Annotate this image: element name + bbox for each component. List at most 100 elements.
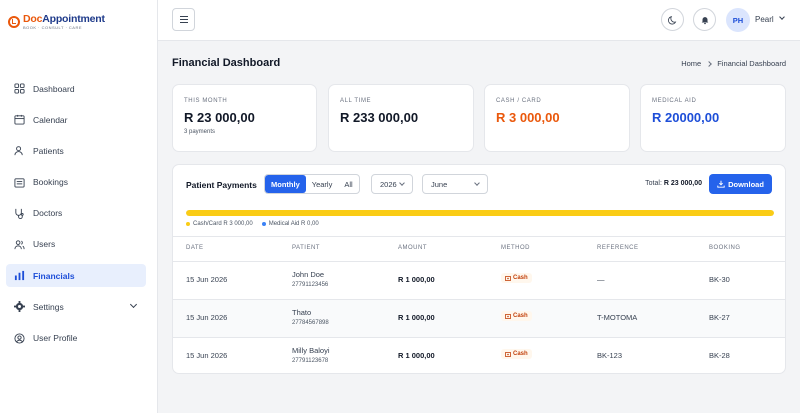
sidebar-item-bookings[interactable]: Bookings [6,171,146,194]
hamburger-line [179,19,188,20]
app-logo[interactable]: DocAppointment BOOK · CONSULT · CARE [8,14,105,30]
table-header: DATE PATIENT AMOUNT METHOD REFERENCE BOO… [173,236,785,261]
stat-subtext: 3 payments [184,129,216,135]
table-row[interactable]: 15 Jun 2026 Milly Baloyi 27791123678 R 1… [173,337,785,373]
stethoscope-icon [15,208,24,219]
breadcrumb: Home Financial Dashboard [681,59,786,68]
sidebar-item-patients[interactable]: Patients [6,139,146,162]
cell-amount: R 1 000,00 [398,275,435,284]
stat-card-cash-card: CASH / CARD R 3 000,00 [484,84,630,152]
download-button[interactable]: Download [709,174,772,194]
download-label: Download [728,179,764,189]
column-header-date[interactable]: DATE [186,245,204,251]
cell-reference: BK-123 [597,351,623,360]
topbar: PH Pearl [158,0,800,41]
table-row[interactable]: 15 Jun 2026 John Doe 27791123456 R 1 000… [173,261,785,299]
brand-name: DocAppointment [23,13,105,25]
column-header-booking[interactable]: BOOKING [709,245,741,251]
user-name[interactable]: Pearl [755,15,774,24]
cell-booking: BK-30 [709,275,730,284]
total-value: R 23 000,00 [663,180,702,187]
theme-toggle-button[interactable] [661,8,684,31]
cell-date: 15 Jun 2026 [186,275,228,284]
month-select-value: June [431,179,448,189]
sidebar-item-label: Bookings [33,177,68,188]
total-summary: Total: R 23 000,00 [645,180,702,187]
stat-value: R 233 000,00 [340,110,419,125]
sidebar-item-label: Dashboard [33,83,75,94]
breadcrumb-home[interactable]: Home [681,59,701,68]
period-yearly-button[interactable]: Yearly [306,175,339,193]
stat-card-medical-aid: MEDICAL AID R 20000,00 [640,84,786,152]
method-badge: Cash [501,311,532,321]
grid-icon [14,83,25,94]
menu-toggle-button[interactable] [172,8,195,31]
period-all-button[interactable]: All [338,175,358,193]
card-title: Patient Payments [186,180,257,190]
gear-icon [14,301,25,313]
column-header-amount[interactable]: AMOUNT [398,245,427,251]
cell-amount: R 1 000,00 [398,313,435,322]
sidebar-item-label: Users [33,239,56,250]
cell-method: Cash [501,349,532,359]
download-icon [717,180,725,188]
cell-patient: Milly Baloyi 27791123678 [292,346,330,364]
cell-method: Cash [501,311,532,321]
sidebar-item-label: Financials [33,270,75,281]
chevron-down-icon[interactable] [779,14,785,20]
total-label: Total: [645,180,662,187]
cell-booking: BK-27 [709,313,730,322]
method-label: Cash [513,351,528,357]
stat-value: R 3 000,00 [496,110,560,125]
patient-name: Milly Baloyi [292,346,330,355]
year-select[interactable]: 2026 [371,174,413,194]
legend-medical: Medical Aid R 0,00 [261,221,319,227]
avatar[interactable]: PH [726,8,750,32]
method-label: Cash [513,313,528,319]
method-label: Cash [513,275,528,281]
table-row[interactable]: 15 Jun 2026 Thato 27784567898 R 1 000,00… [173,299,785,337]
cash-icon [505,313,511,319]
sidebar-item-users[interactable]: Users [6,233,146,256]
month-select[interactable]: June [422,174,488,194]
clipboard-icon [14,177,25,188]
sidebar-item-label: Doctors [33,208,63,219]
patient-payments-card: Patient Payments Monthly Yearly All 2026… [172,164,786,374]
legend-cash-label: Cash/Card R 3 000,00 [193,221,253,227]
stat-label: THIS MONTH [184,98,228,104]
sidebar-item-settings[interactable]: Settings [6,295,146,318]
bar-chart-icon [14,271,25,281]
patient-phone: 27791123456 [292,282,329,288]
cell-booking: BK-28 [709,351,730,360]
sidebar-item-doctors[interactable]: Doctors [6,202,146,225]
cell-reference: — [597,275,605,284]
hamburger-line [179,22,188,23]
column-header-patient[interactable]: PATIENT [292,245,320,251]
method-badge: Cash [501,349,532,359]
stat-value: R 20000,00 [652,110,720,125]
sidebar-item-label: Patients [33,145,64,156]
legend-dot [186,222,190,226]
cash-icon [505,351,511,357]
payment-split-fill [186,210,774,216]
cell-patient: John Doe 27791123456 [292,270,328,288]
sidebar-item-user-profile[interactable]: User Profile [6,327,146,350]
sidebar-item-dashboard[interactable]: Dashboard [6,77,146,100]
period-monthly-button[interactable]: Monthly [265,175,306,193]
column-header-reference[interactable]: REFERENCE [597,245,639,251]
year-select-value: 2026 [380,179,397,189]
stat-value: R 23 000,00 [184,110,255,125]
sidebar-item-financials[interactable]: Financials [6,264,146,288]
period-toggle: Monthly Yearly All [264,174,360,194]
user-circle-icon [14,332,25,344]
logo-icon [8,15,20,28]
column-header-method[interactable]: METHOD [501,245,530,251]
cell-patient: Thato 27784567898 [292,308,329,326]
bell-icon [701,16,708,24]
sidebar-item-calendar[interactable]: Calendar [6,108,146,131]
sidebar-item-label: Settings [33,301,64,312]
sidebar-item-label: User Profile [33,333,78,343]
legend-cash: Cash/Card R 3 000,00 [186,221,253,227]
patient-phone: 27784567898 [292,320,329,326]
notifications-button[interactable] [693,8,716,31]
